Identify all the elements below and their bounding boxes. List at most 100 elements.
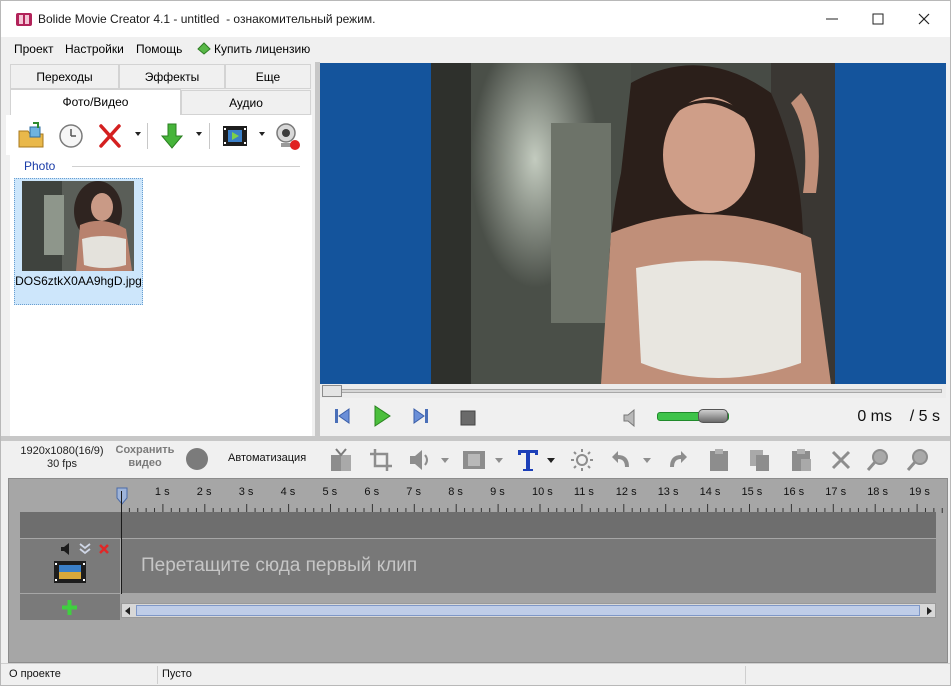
zoom-out-icon[interactable] xyxy=(905,447,931,473)
seek-bar[interactable] xyxy=(320,384,946,398)
delete-clip-icon[interactable] xyxy=(828,447,854,473)
volume-slider-knob[interactable] xyxy=(698,409,729,423)
download-arrow-icon[interactable] xyxy=(157,121,187,151)
ruler-label: 7 s xyxy=(406,486,421,498)
open-folder-icon[interactable] xyxy=(16,121,46,151)
record-icon[interactable] xyxy=(186,448,208,470)
scroll-right-arrow-icon[interactable] xyxy=(925,606,933,616)
video-dropdown-icon[interactable] xyxy=(495,458,503,463)
timeline-panel: 1 s 2 s 3 s 4 s 5 s 6 s 7 s 8 s 9 s 10 s 11 s 12 s 1… xyxy=(8,478,948,663)
menu-settings[interactable]: Настройки xyxy=(65,42,124,56)
tab-transitions[interactable]: Переходы xyxy=(10,64,119,89)
seek-track xyxy=(322,389,942,393)
track-header xyxy=(20,539,120,593)
play-icon[interactable] xyxy=(373,404,391,428)
delete-dropdown-icon[interactable] xyxy=(135,132,141,136)
webcam-icon[interactable] xyxy=(272,121,302,151)
playback-controls: 0 ms / 5 s xyxy=(320,398,946,436)
app-window: Bolide Movie Creator 4.1 - untitled - оз… xyxy=(0,0,951,686)
menu-help[interactable]: Помощь xyxy=(136,42,182,56)
maximize-icon xyxy=(872,13,884,25)
automation-button[interactable]: Автоматизация xyxy=(228,452,306,464)
ruler-label: 6 s xyxy=(364,486,380,498)
ruler-label: 16 s xyxy=(783,486,805,498)
add-track-row xyxy=(20,594,120,620)
maximize-button[interactable] xyxy=(855,1,901,37)
project-format[interactable]: 1920x1080(16/9) 30 fps xyxy=(15,445,109,471)
crop-icon[interactable] xyxy=(368,447,394,473)
brightness-icon[interactable] xyxy=(569,447,595,473)
ruler-label: 18 s xyxy=(867,486,888,498)
add-track-plus-icon[interactable] xyxy=(62,600,77,615)
ruler-label: 15 s xyxy=(741,486,763,498)
undo-dropdown-icon[interactable] xyxy=(643,458,651,463)
film-clip-icon[interactable] xyxy=(220,121,250,151)
film-app-icon xyxy=(16,13,32,26)
tab-photo-video[interactable]: Фото/Видео xyxy=(10,89,181,115)
next-frame-icon[interactable] xyxy=(413,406,429,426)
playhead-marker-icon[interactable] xyxy=(115,487,129,505)
photo-thumbnail xyxy=(22,181,134,271)
import-dropdown-icon[interactable] xyxy=(196,132,202,136)
previous-frame-icon[interactable] xyxy=(334,406,350,426)
video-clip-icon[interactable] xyxy=(461,447,487,473)
current-time: 0 ms xyxy=(857,408,892,425)
clipboard-icon[interactable] xyxy=(788,447,814,473)
delete-icon[interactable] xyxy=(95,121,125,151)
menu-bar: Проект Настройки Помощь Купить лицензию xyxy=(1,37,950,61)
toolbar-separator xyxy=(209,123,210,149)
ruler-label: 12 s xyxy=(615,486,637,498)
tab-effects[interactable]: Эффекты xyxy=(119,64,225,89)
tab-audio[interactable]: Аудио xyxy=(181,90,311,115)
media-thumbnail-card[interactable]: DOS6ztkX0AA9hgD.jpg xyxy=(14,178,143,305)
media-toolbar xyxy=(6,115,312,155)
preview-frame-image xyxy=(431,63,835,384)
status-divider xyxy=(157,666,158,684)
status-state: Пусто xyxy=(162,668,192,680)
copy-icon[interactable] xyxy=(747,447,773,473)
video-track-icon xyxy=(54,561,86,583)
volume-speaker-icon[interactable] xyxy=(622,409,638,427)
audio-volume-icon[interactable] xyxy=(407,447,433,473)
undo-icon[interactable] xyxy=(609,447,635,473)
seek-thumb[interactable] xyxy=(322,385,342,397)
remove-track-icon[interactable] xyxy=(98,543,110,555)
split-clip-icon[interactable] xyxy=(328,447,354,473)
ruler-label: 17 s xyxy=(825,486,847,498)
video-track-drop-zone[interactable]: Перетащите сюда первый клип xyxy=(121,539,936,593)
ruler-label: 5 s xyxy=(322,486,338,498)
redo-icon[interactable] xyxy=(664,447,690,473)
close-icon xyxy=(918,13,930,25)
minimize-button[interactable] xyxy=(809,1,855,37)
ruler-label: 13 s xyxy=(657,486,679,498)
menu-buy-license[interactable]: Купить лицензию xyxy=(214,42,310,56)
total-time: / 5 s xyxy=(909,408,940,425)
license-key-icon xyxy=(197,42,211,55)
time-ruler[interactable]: 1 s 2 s 3 s 4 s 5 s 6 s 7 s 8 s 9 s 10 s 11 s 12 s 1… xyxy=(121,483,945,513)
fps-label: 30 fps xyxy=(47,458,77,470)
audio-dropdown-icon[interactable] xyxy=(441,458,449,463)
tab-more[interactable]: Еще xyxy=(225,64,311,89)
clock-icon[interactable] xyxy=(56,121,86,151)
ruler-label: 2 s xyxy=(196,486,212,498)
toolbar-separator xyxy=(147,123,148,149)
timeline-horizontal-scrollbar[interactable] xyxy=(121,603,936,618)
timeline-toolbar: 1920x1080(16/9) 30 fps Сохранить видео А… xyxy=(1,441,950,477)
scrollbar-thumb[interactable] xyxy=(136,605,920,616)
save-video-button[interactable]: Сохранить видео xyxy=(113,444,177,470)
scroll-left-arrow-icon[interactable] xyxy=(124,606,132,616)
stop-icon[interactable] xyxy=(460,410,476,426)
mute-speaker-icon[interactable] xyxy=(60,542,74,556)
text-icon[interactable] xyxy=(515,447,541,473)
collapse-chevrons-icon[interactable] xyxy=(78,543,92,555)
text-dropdown-icon[interactable] xyxy=(547,458,555,463)
film-dropdown-icon[interactable] xyxy=(259,132,265,136)
status-divider xyxy=(745,666,746,684)
menu-project[interactable]: Проект xyxy=(14,42,54,56)
group-label-photo: Photo xyxy=(24,159,56,173)
paste-icon[interactable] xyxy=(706,447,732,473)
close-button[interactable] xyxy=(901,1,947,37)
window-title: Bolide Movie Creator 4.1 - untitled - оз… xyxy=(38,12,376,26)
status-about[interactable]: О проекте xyxy=(9,668,61,680)
zoom-in-icon[interactable] xyxy=(865,447,891,473)
